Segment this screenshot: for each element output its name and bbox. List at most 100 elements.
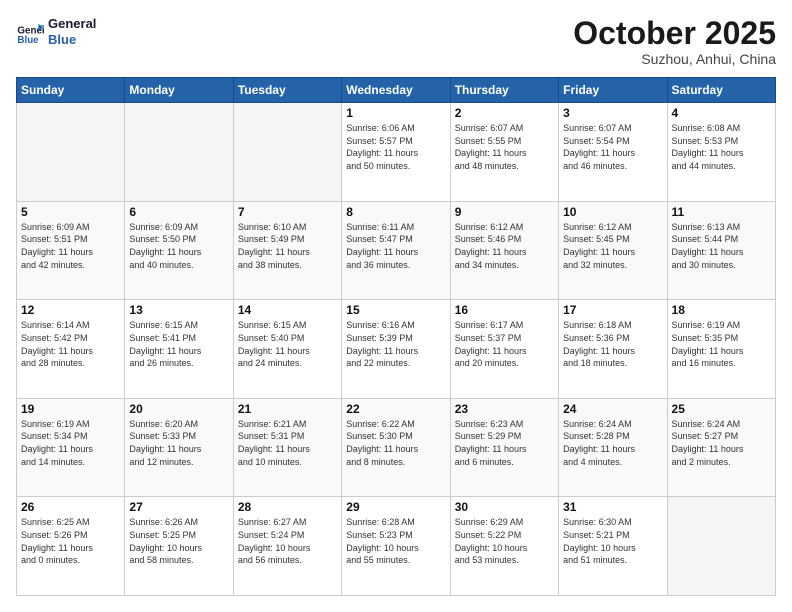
location-subtitle: Suzhou, Anhui, China bbox=[573, 51, 776, 67]
weekday-header-monday: Monday bbox=[125, 78, 233, 103]
calendar-table: SundayMondayTuesdayWednesdayThursdayFrid… bbox=[16, 77, 776, 596]
day-number: 15 bbox=[346, 303, 445, 317]
day-info: Sunrise: 6:19 AM Sunset: 5:35 PM Dayligh… bbox=[672, 319, 771, 369]
calendar-cell: 5 Sunrise: 6:09 AM Sunset: 5:51 PM Daylig… bbox=[17, 201, 125, 300]
day-number: 19 bbox=[21, 402, 120, 416]
logo-text: General Blue bbox=[48, 16, 96, 47]
weekday-header-wednesday: Wednesday bbox=[342, 78, 450, 103]
day-number: 29 bbox=[346, 500, 445, 514]
calendar-cell: 4 Sunrise: 6:08 AM Sunset: 5:53 PM Daylig… bbox=[667, 103, 775, 202]
calendar-cell: 8 Sunrise: 6:11 AM Sunset: 5:47 PM Daylig… bbox=[342, 201, 450, 300]
week-row-5: 26 Sunrise: 6:25 AM Sunset: 5:26 PM Dayli… bbox=[17, 497, 776, 596]
weekday-header-sunday: Sunday bbox=[17, 78, 125, 103]
day-number: 11 bbox=[672, 205, 771, 219]
day-number: 21 bbox=[238, 402, 337, 416]
day-number: 18 bbox=[672, 303, 771, 317]
calendar-cell bbox=[125, 103, 233, 202]
calendar-cell: 10 Sunrise: 6:12 AM Sunset: 5:45 PM Dayli… bbox=[559, 201, 667, 300]
day-number: 14 bbox=[238, 303, 337, 317]
day-info: Sunrise: 6:23 AM Sunset: 5:29 PM Dayligh… bbox=[455, 418, 554, 468]
day-info: Sunrise: 6:11 AM Sunset: 5:47 PM Dayligh… bbox=[346, 221, 445, 271]
day-number: 25 bbox=[672, 402, 771, 416]
calendar-cell: 21 Sunrise: 6:21 AM Sunset: 5:31 PM Dayli… bbox=[233, 398, 341, 497]
calendar-cell: 19Sunrise: 6:19 AM Sunset: 5:34 PM Dayli… bbox=[17, 398, 125, 497]
title-block: October 2025 Suzhou, Anhui, China bbox=[573, 16, 776, 67]
day-info: Sunrise: 6:22 AM Sunset: 5:30 PM Dayligh… bbox=[346, 418, 445, 468]
weekday-header-thursday: Thursday bbox=[450, 78, 558, 103]
day-info: Sunrise: 6:24 AM Sunset: 5:27 PM Dayligh… bbox=[672, 418, 771, 468]
day-info: Sunrise: 6:28 AM Sunset: 5:23 PM Dayligh… bbox=[346, 516, 445, 566]
day-number: 3 bbox=[563, 106, 662, 120]
day-number: 20 bbox=[129, 402, 228, 416]
calendar-cell: 6Sunrise: 6:09 AM Sunset: 5:50 PM Daylig… bbox=[125, 201, 233, 300]
day-number: 22 bbox=[346, 402, 445, 416]
svg-text:Blue: Blue bbox=[17, 35, 39, 46]
calendar-cell: 27 Sunrise: 6:26 AM Sunset: 5:25 PM Dayli… bbox=[125, 497, 233, 596]
calendar-cell: 24 Sunrise: 6:24 AM Sunset: 5:28 PM Dayli… bbox=[559, 398, 667, 497]
day-info: Sunrise: 6:18 AM Sunset: 5:36 PM Dayligh… bbox=[563, 319, 662, 369]
calendar-cell bbox=[17, 103, 125, 202]
calendar-cell: 18 Sunrise: 6:19 AM Sunset: 5:35 PM Dayli… bbox=[667, 300, 775, 399]
day-info: Sunrise: 6:16 AM Sunset: 5:39 PM Dayligh… bbox=[346, 319, 445, 369]
day-info: Sunrise: 6:21 AM Sunset: 5:31 PM Dayligh… bbox=[238, 418, 337, 468]
day-info: Sunrise: 6:17 AM Sunset: 5:37 PM Dayligh… bbox=[455, 319, 554, 369]
calendar-cell: 29 Sunrise: 6:28 AM Sunset: 5:23 PM Dayli… bbox=[342, 497, 450, 596]
calendar-cell: 25 Sunrise: 6:24 AM Sunset: 5:27 PM Dayli… bbox=[667, 398, 775, 497]
day-info: Sunrise: 6:08 AM Sunset: 5:53 PM Dayligh… bbox=[672, 122, 771, 172]
calendar-cell bbox=[233, 103, 341, 202]
day-info: Sunrise: 6:09 AM Sunset: 5:51 PM Dayligh… bbox=[21, 221, 120, 271]
calendar-cell: 17Sunrise: 6:18 AM Sunset: 5:36 PM Dayli… bbox=[559, 300, 667, 399]
day-info: Sunrise: 6:24 AM Sunset: 5:28 PM Dayligh… bbox=[563, 418, 662, 468]
day-info: Sunrise: 6:06 AM Sunset: 5:57 PM Dayligh… bbox=[346, 122, 445, 172]
day-number: 16 bbox=[455, 303, 554, 317]
calendar-cell bbox=[667, 497, 775, 596]
day-number: 28 bbox=[238, 500, 337, 514]
day-info: Sunrise: 6:27 AM Sunset: 5:24 PM Dayligh… bbox=[238, 516, 337, 566]
weekday-header-friday: Friday bbox=[559, 78, 667, 103]
calendar-cell: 20Sunrise: 6:20 AM Sunset: 5:33 PM Dayli… bbox=[125, 398, 233, 497]
calendar-cell: 1 Sunrise: 6:06 AM Sunset: 5:57 PM Daylig… bbox=[342, 103, 450, 202]
week-row-4: 19Sunrise: 6:19 AM Sunset: 5:34 PM Dayli… bbox=[17, 398, 776, 497]
calendar-cell: 11Sunrise: 6:13 AM Sunset: 5:44 PM Dayli… bbox=[667, 201, 775, 300]
calendar-cell: 26 Sunrise: 6:25 AM Sunset: 5:26 PM Dayli… bbox=[17, 497, 125, 596]
calendar-cell: 22 Sunrise: 6:22 AM Sunset: 5:30 PM Dayli… bbox=[342, 398, 450, 497]
day-number: 27 bbox=[129, 500, 228, 514]
day-number: 30 bbox=[455, 500, 554, 514]
day-number: 23 bbox=[455, 402, 554, 416]
day-number: 10 bbox=[563, 205, 662, 219]
calendar-cell: 9Sunrise: 6:12 AM Sunset: 5:46 PM Daylig… bbox=[450, 201, 558, 300]
day-info: Sunrise: 6:25 AM Sunset: 5:26 PM Dayligh… bbox=[21, 516, 120, 566]
calendar-cell: 2Sunrise: 6:07 AM Sunset: 5:55 PM Daylig… bbox=[450, 103, 558, 202]
day-number: 8 bbox=[346, 205, 445, 219]
calendar-cell: 30 Sunrise: 6:29 AM Sunset: 5:22 PM Dayli… bbox=[450, 497, 558, 596]
day-number: 2 bbox=[455, 106, 554, 120]
day-number: 31 bbox=[563, 500, 662, 514]
calendar-cell: 3 Sunrise: 6:07 AM Sunset: 5:54 PM Daylig… bbox=[559, 103, 667, 202]
calendar-cell: 14 Sunrise: 6:15 AM Sunset: 5:40 PM Dayli… bbox=[233, 300, 341, 399]
calendar-cell: 12Sunrise: 6:14 AM Sunset: 5:42 PM Dayli… bbox=[17, 300, 125, 399]
day-info: Sunrise: 6:10 AM Sunset: 5:49 PM Dayligh… bbox=[238, 221, 337, 271]
calendar-cell: 15 Sunrise: 6:16 AM Sunset: 5:39 PM Dayli… bbox=[342, 300, 450, 399]
weekday-header-row: SundayMondayTuesdayWednesdayThursdayFrid… bbox=[17, 78, 776, 103]
logo-icon: General Blue bbox=[16, 18, 44, 46]
day-info: Sunrise: 6:15 AM Sunset: 5:40 PM Dayligh… bbox=[238, 319, 337, 369]
day-info: Sunrise: 6:12 AM Sunset: 5:46 PM Dayligh… bbox=[455, 221, 554, 271]
day-info: Sunrise: 6:15 AM Sunset: 5:41 PM Dayligh… bbox=[129, 319, 228, 369]
week-row-2: 5 Sunrise: 6:09 AM Sunset: 5:51 PM Daylig… bbox=[17, 201, 776, 300]
day-number: 26 bbox=[21, 500, 120, 514]
day-info: Sunrise: 6:26 AM Sunset: 5:25 PM Dayligh… bbox=[129, 516, 228, 566]
day-info: Sunrise: 6:29 AM Sunset: 5:22 PM Dayligh… bbox=[455, 516, 554, 566]
day-number: 1 bbox=[346, 106, 445, 120]
day-number: 4 bbox=[672, 106, 771, 120]
page: General Blue General Blue October 2025 S… bbox=[0, 0, 792, 612]
day-number: 5 bbox=[21, 205, 120, 219]
day-number: 24 bbox=[563, 402, 662, 416]
day-info: Sunrise: 6:07 AM Sunset: 5:54 PM Dayligh… bbox=[563, 122, 662, 172]
weekday-header-saturday: Saturday bbox=[667, 78, 775, 103]
day-info: Sunrise: 6:12 AM Sunset: 5:45 PM Dayligh… bbox=[563, 221, 662, 271]
header: General Blue General Blue October 2025 S… bbox=[16, 16, 776, 67]
day-info: Sunrise: 6:30 AM Sunset: 5:21 PM Dayligh… bbox=[563, 516, 662, 566]
calendar-cell: 31 Sunrise: 6:30 AM Sunset: 5:21 PM Dayli… bbox=[559, 497, 667, 596]
day-number: 13 bbox=[129, 303, 228, 317]
calendar-cell: 23 Sunrise: 6:23 AM Sunset: 5:29 PM Dayli… bbox=[450, 398, 558, 497]
